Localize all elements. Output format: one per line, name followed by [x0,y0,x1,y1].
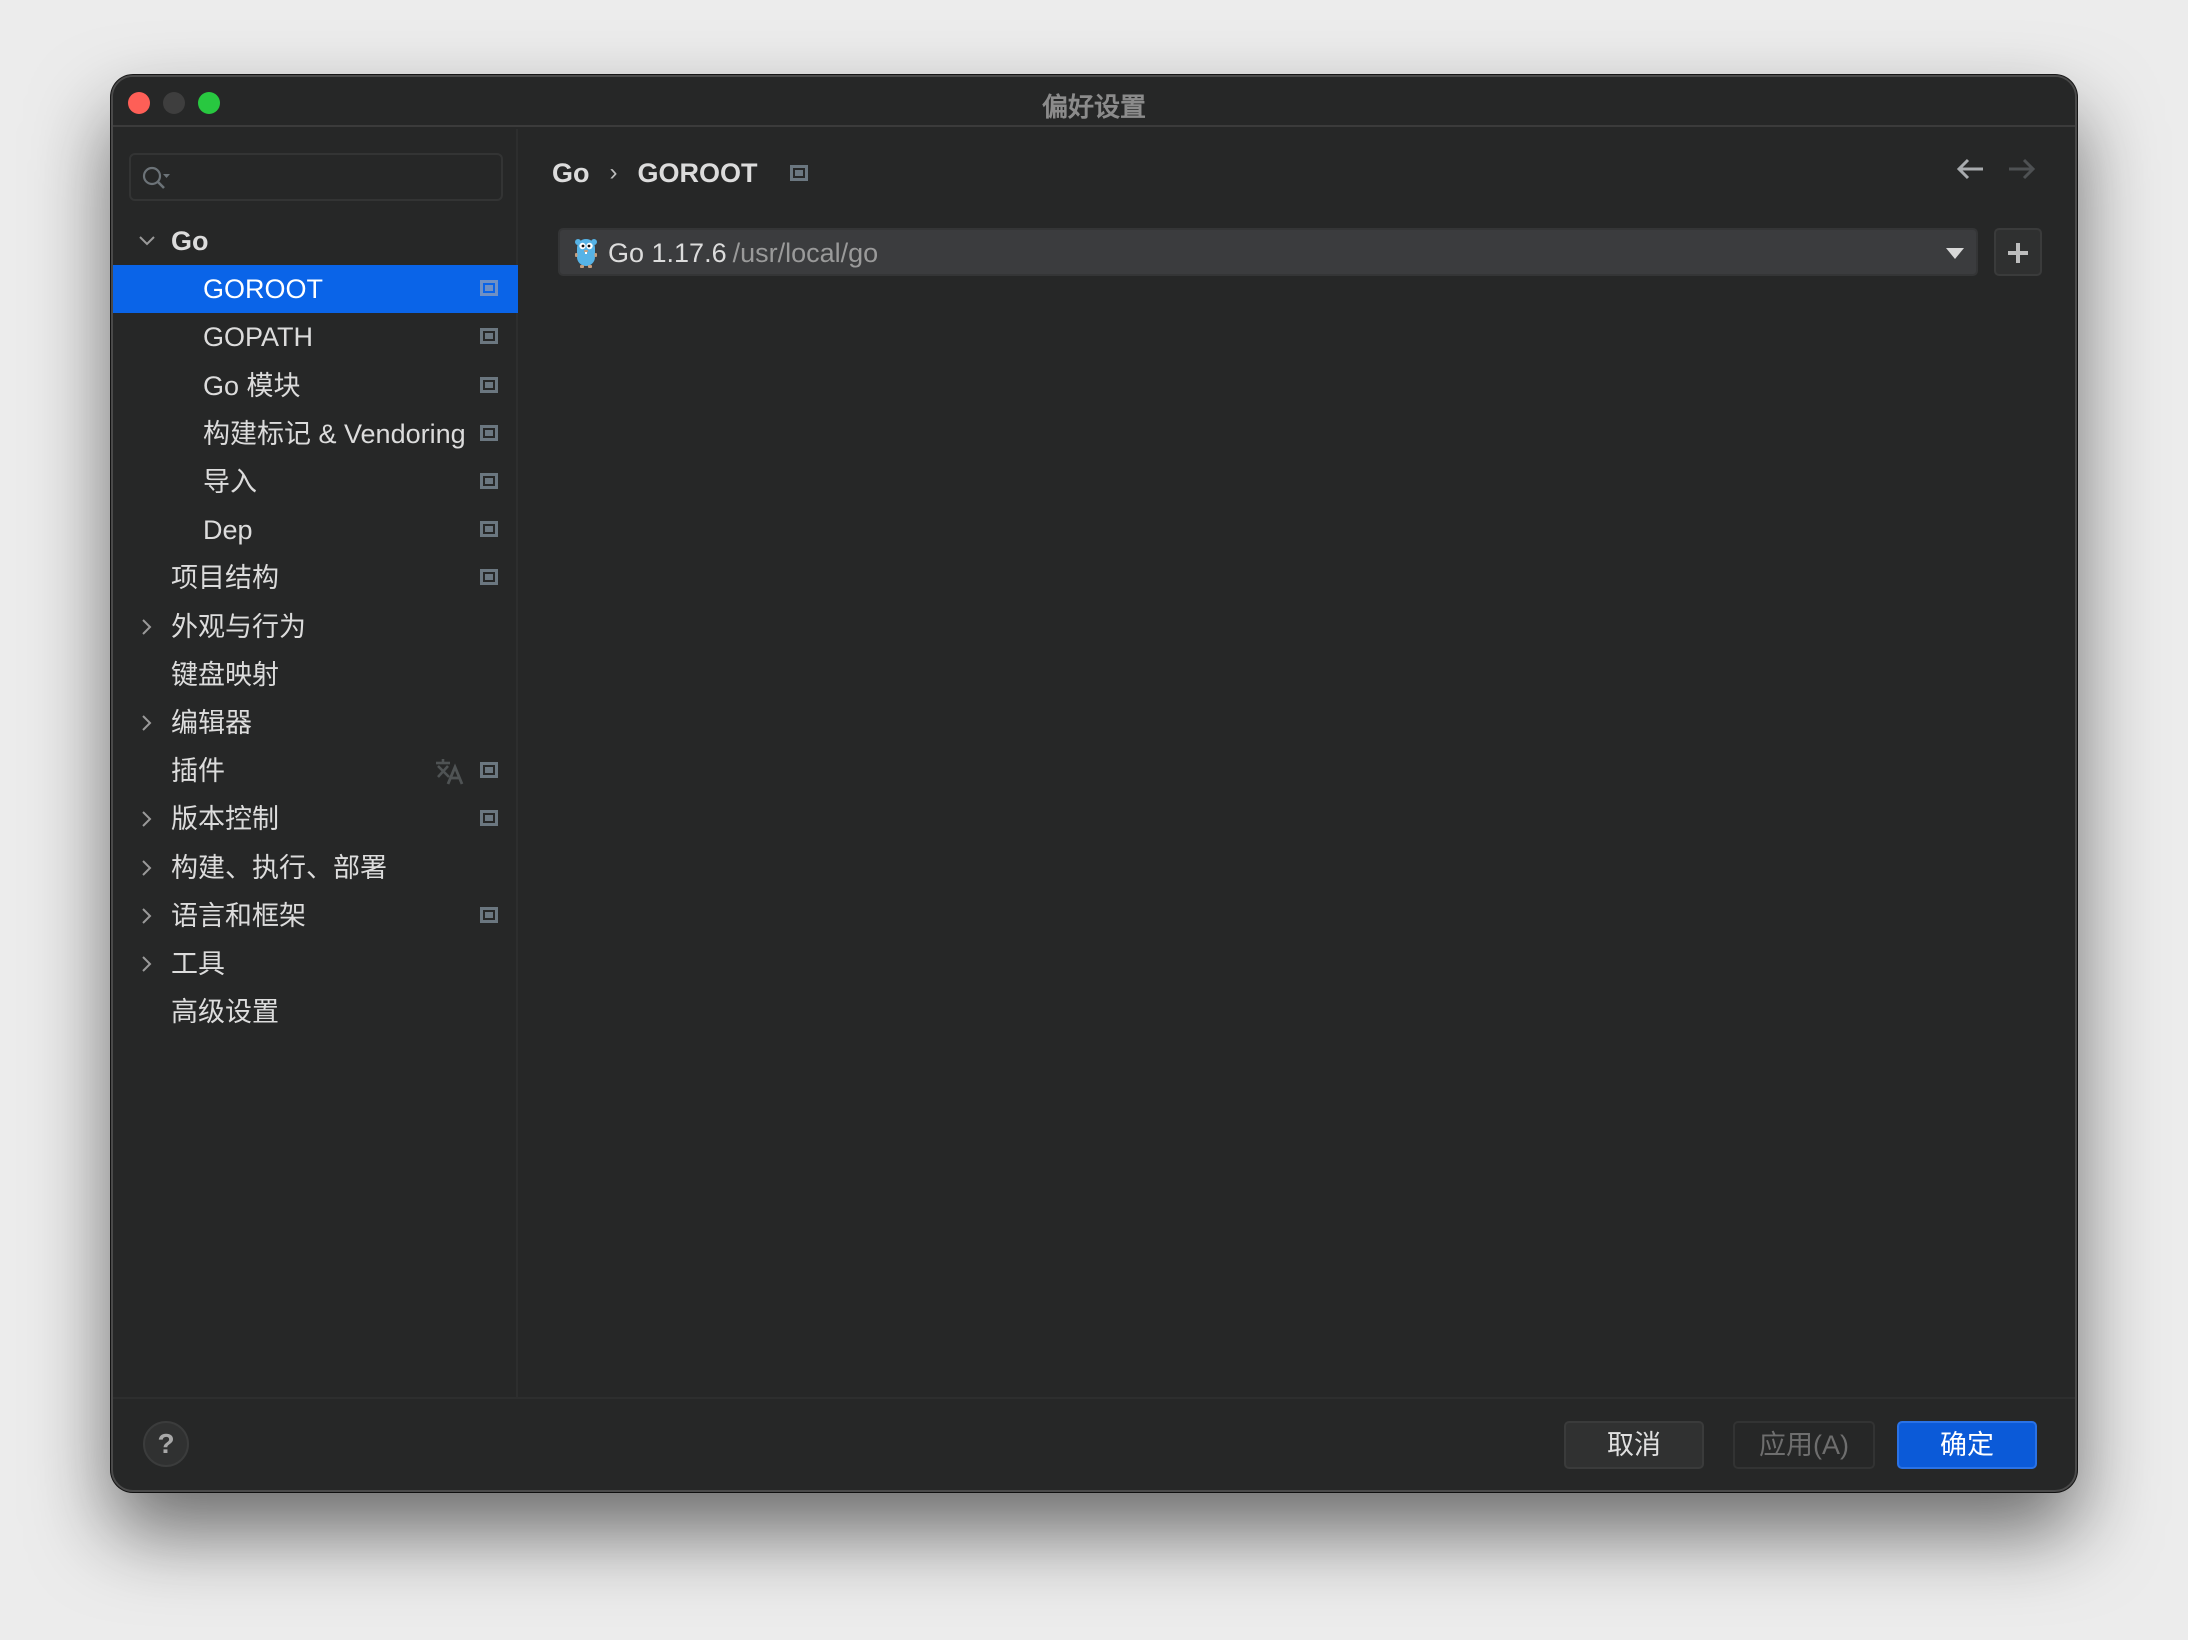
sidebar-item-label: 插件 [171,756,225,787]
window-title: 偏好设置 [1041,92,1146,122]
sidebar-item[interactable]: 高级设置 [113,988,518,1036]
preferences-window: 偏好设置 Go GOROOT GOPATH Go 模块构建标记 & Vendoring… [111,75,2077,1492]
sidebar-item-label: 外观与行为 [171,611,306,642]
go-gopher-icon [575,239,597,268]
sidebar-item[interactable]: GOPATH [113,313,518,361]
project-level-icon [480,810,498,827]
sidebar-item-label: GOPATH [203,322,314,353]
chevron-down-icon[interactable] [137,231,157,251]
sidebar-item-label: 版本控制 [171,804,279,835]
back-arrow-icon[interactable] [1955,157,1985,181]
sidebar-item[interactable]: 外观与行为 [113,603,518,651]
add-sdk-button[interactable] [1994,228,2042,276]
sidebar-item-label: GOROOT [203,274,323,305]
project-level-icon [480,376,498,393]
sidebar-item-label: 构建标记 & Vendoring [203,418,466,449]
project-level-icon [480,906,498,923]
sidebar-item-label: 高级设置 [171,997,279,1028]
settings-content: Go › GOROOT Go 1.17.6 /usr/local/go [520,129,2075,1399]
settings-search-input[interactable] [129,153,503,201]
sdk-label: Go 1.17.6/usr/local/go [608,238,878,269]
sidebar-item[interactable]: 编辑器 [113,699,518,747]
sidebar-item[interactable]: 构建标记 & Vendoring [113,410,518,458]
breadcrumb-parent[interactable]: Go [552,158,590,189]
sdk-path: /usr/local/go [732,238,879,268]
sidebar-item[interactable]: 版本控制 [113,795,518,843]
forward-arrow-icon[interactable] [2007,157,2037,181]
cancel-button[interactable]: 取消 [1564,1421,1704,1469]
settings-sidebar: Go GOROOT GOPATH Go 模块构建标记 & Vendoring 导入 Dep… [113,129,518,1399]
go-sdk-dropdown[interactable]: Go 1.17.6/usr/local/go [558,228,1978,276]
title-bar: 偏好设置 [113,77,2075,127]
chevron-right-icon[interactable] [137,809,157,829]
sidebar-item-label: Dep [203,515,253,546]
breadcrumb-current: GOROOT [637,157,758,188]
sidebar-item[interactable]: Dep [113,506,518,554]
sidebar-item-label: 导入 [203,467,257,497]
chevron-right-icon[interactable] [137,906,157,926]
sidebar-item-label: 工具 [171,949,225,979]
project-level-icon [480,328,498,345]
chevron-right-icon[interactable] [137,713,157,733]
sidebar-item[interactable]: 构建、执行、部署 [113,844,518,892]
sidebar-item[interactable]: Go 模块 [113,362,518,410]
sdk-version: Go 1.17.6 [608,238,727,268]
chevron-right-icon[interactable] [137,954,157,974]
help-button[interactable]: ? [143,1421,189,1467]
sidebar-item-label: 构建、执行、部署 [171,852,387,883]
project-level-icon [480,762,498,779]
breadcrumb-separator: › [609,159,618,186]
project-level-icon [480,424,498,441]
sidebar-item-label: Go [171,226,209,256]
sidebar-item[interactable]: 导入 [113,458,518,506]
sidebar-item[interactable]: 插件 [113,747,518,795]
ok-button[interactable]: 确定 [1897,1421,2037,1469]
chevron-right-icon[interactable] [137,858,157,878]
apply-button[interactable]: 应用(A) [1733,1421,1875,1469]
project-level-icon [480,569,498,586]
search-icon [142,166,170,189]
sidebar-item-label: 项目结构 [171,563,279,594]
project-level-icon [480,473,498,489]
sidebar-item[interactable]: Go [113,217,518,265]
sidebar-item-label: 编辑器 [171,708,252,738]
sidebar-item[interactable]: GOROOT [113,265,518,314]
project-level-icon [789,165,808,181]
sidebar-item-label: Go 模块 [203,370,301,401]
translate-icon [436,759,464,785]
sidebar-item[interactable]: 项目结构 [113,554,518,602]
project-level-icon [480,280,498,297]
chevron-right-icon[interactable] [137,617,157,637]
dialog-footer: ? 取消 应用(A) 确定 [113,1397,2075,1490]
breadcrumb: Go › GOROOT [552,153,808,193]
sidebar-item[interactable]: 工具 [113,940,518,988]
sidebar-item[interactable]: 键盘映射 [113,651,518,699]
sidebar-item-label: 语言和框架 [171,900,306,931]
project-level-icon [480,521,498,538]
sidebar-item-label: 键盘映射 [171,659,279,690]
sidebar-item[interactable]: 语言和框架 [113,892,518,940]
dropdown-arrow-icon [1946,248,1964,259]
